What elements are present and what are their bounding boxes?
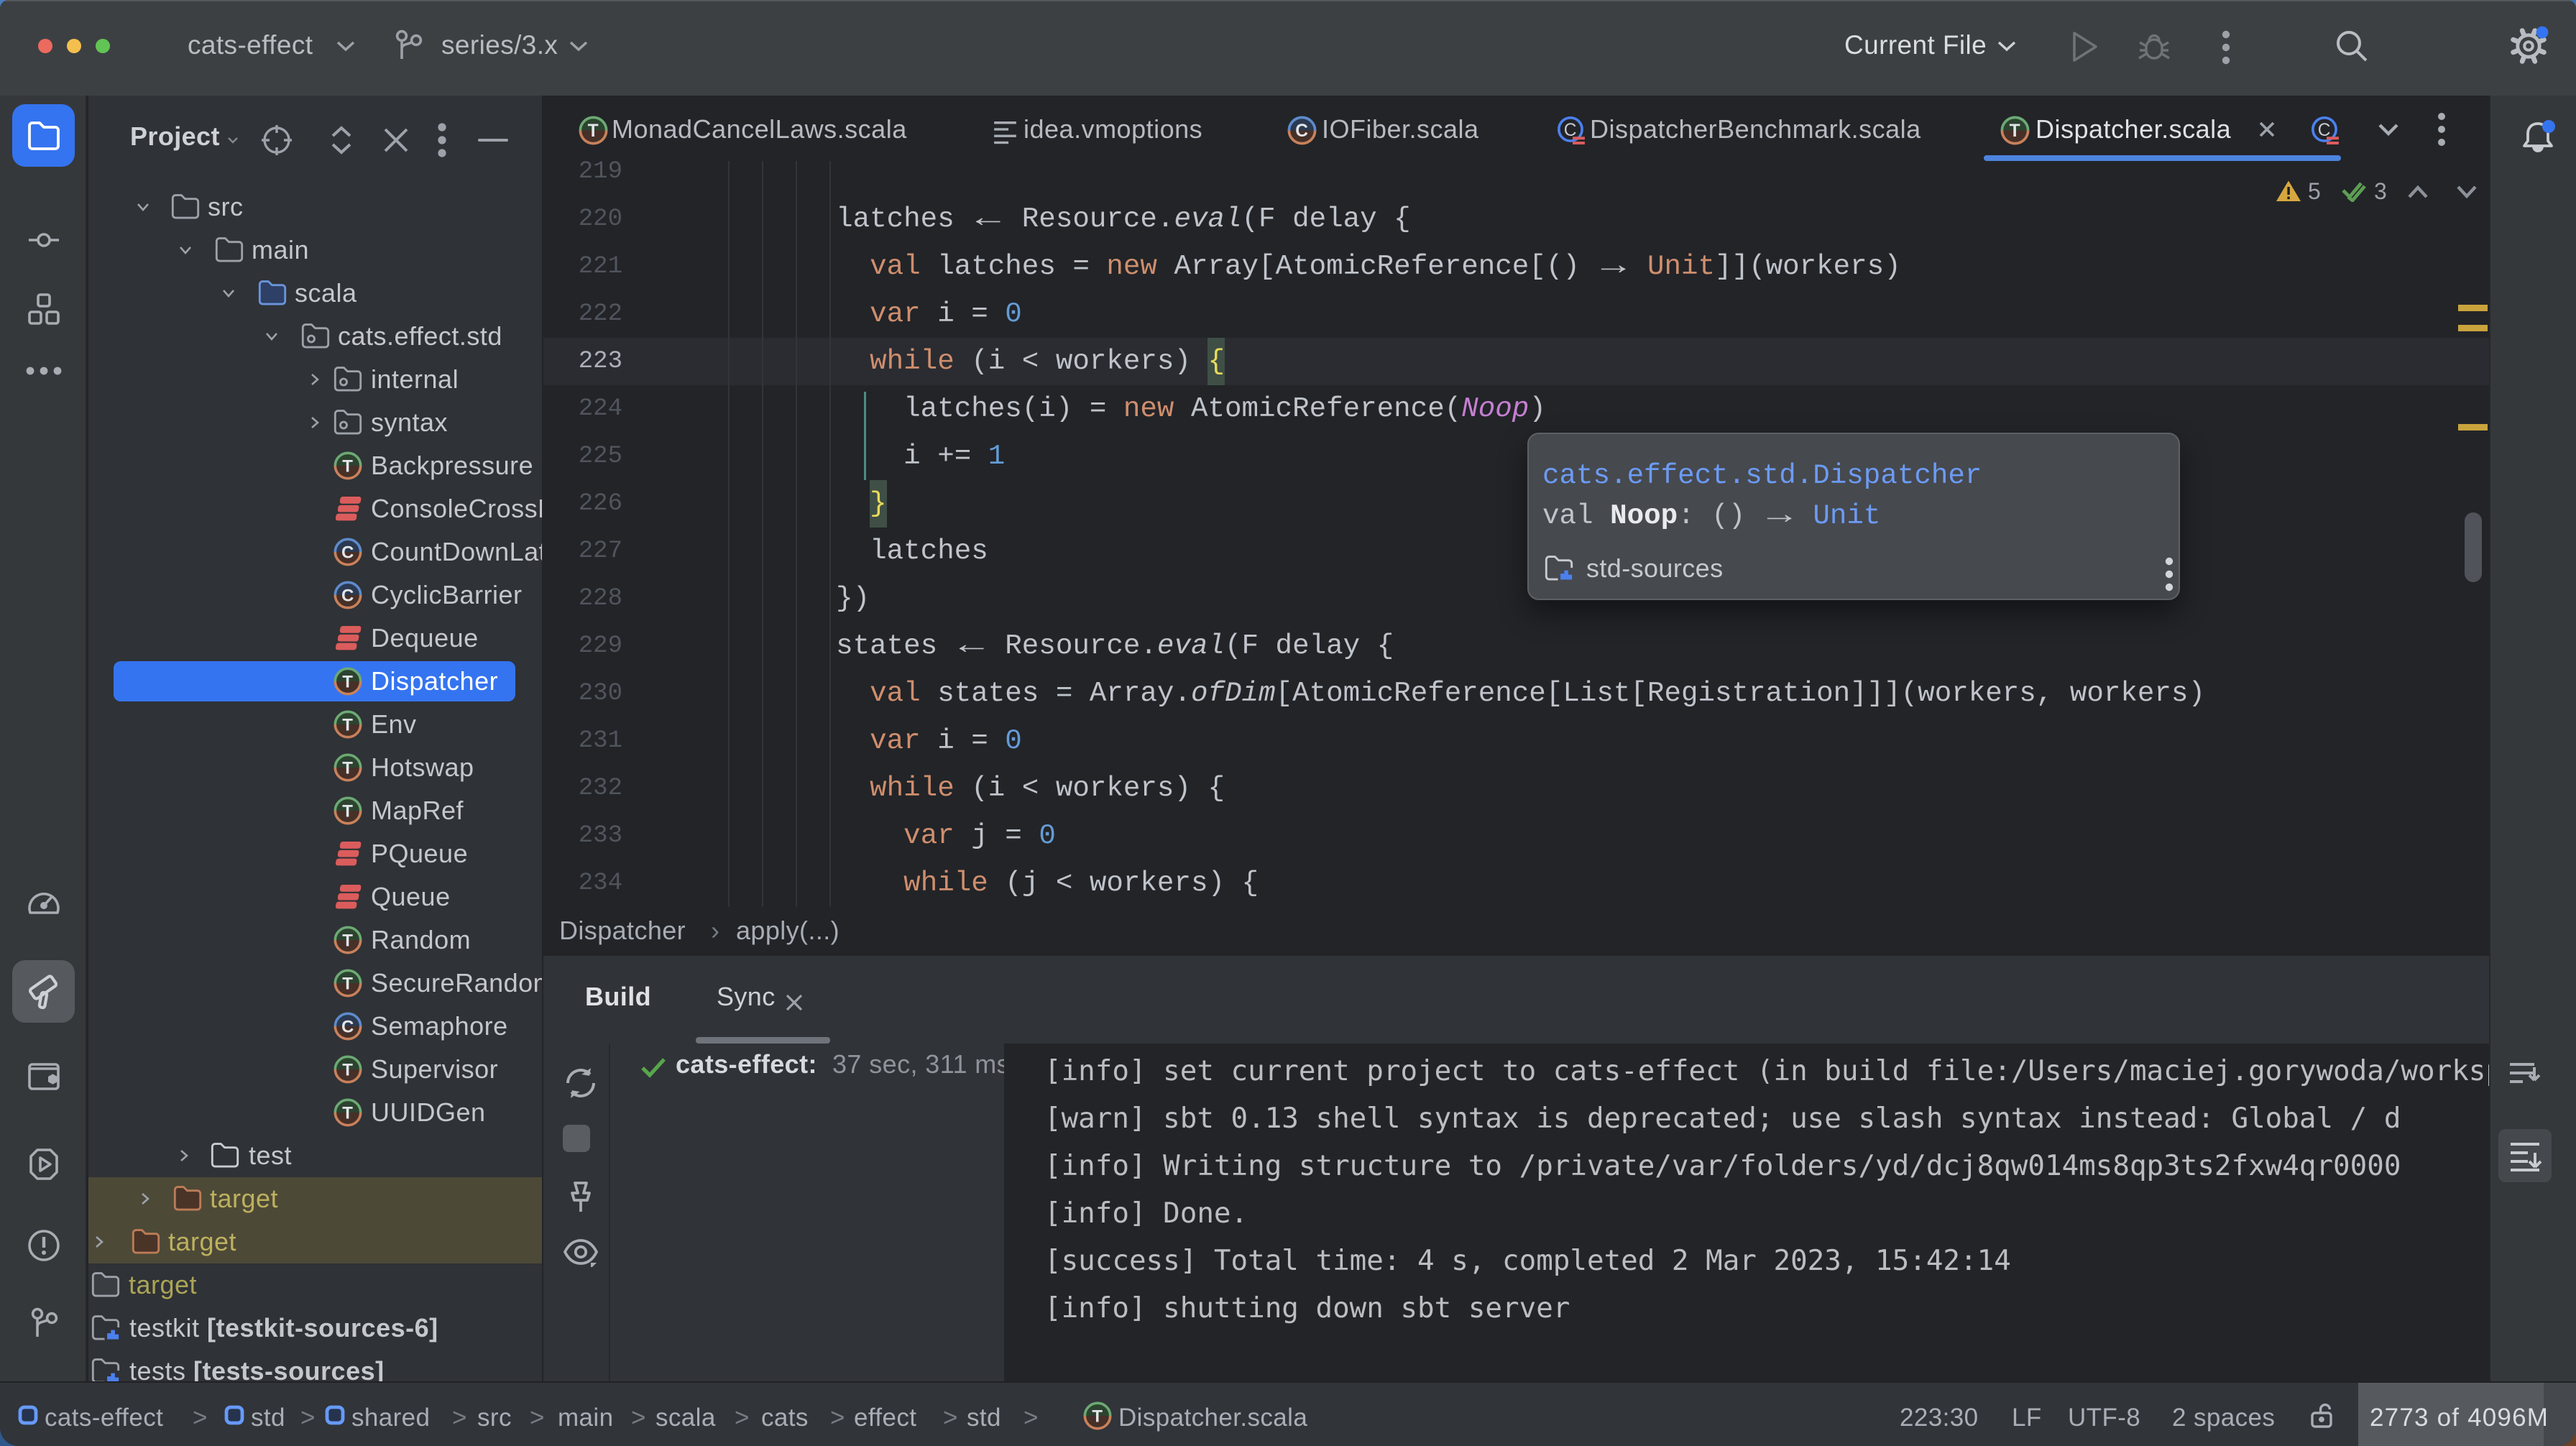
svg-text:T: T [342, 715, 353, 734]
svg-text:T: T [342, 974, 353, 993]
svg-text:T: T [342, 801, 353, 821]
svg-text:T: T [2010, 121, 2021, 141]
svg-text:T: T [342, 672, 353, 691]
svg-text:T: T [1092, 1406, 1103, 1426]
svg-text:C: C [1295, 121, 1309, 141]
svg-text:T: T [588, 121, 599, 141]
svg-text:C: C [341, 543, 354, 562]
svg-text:T: T [342, 1060, 353, 1079]
svg-text:T: T [342, 758, 353, 778]
svg-text:C: C [341, 586, 354, 605]
svg-text:T: T [342, 931, 353, 950]
svg-text:C: C [341, 1017, 354, 1036]
svg-text:T: T [342, 1103, 353, 1123]
svg-text:T: T [342, 456, 353, 476]
